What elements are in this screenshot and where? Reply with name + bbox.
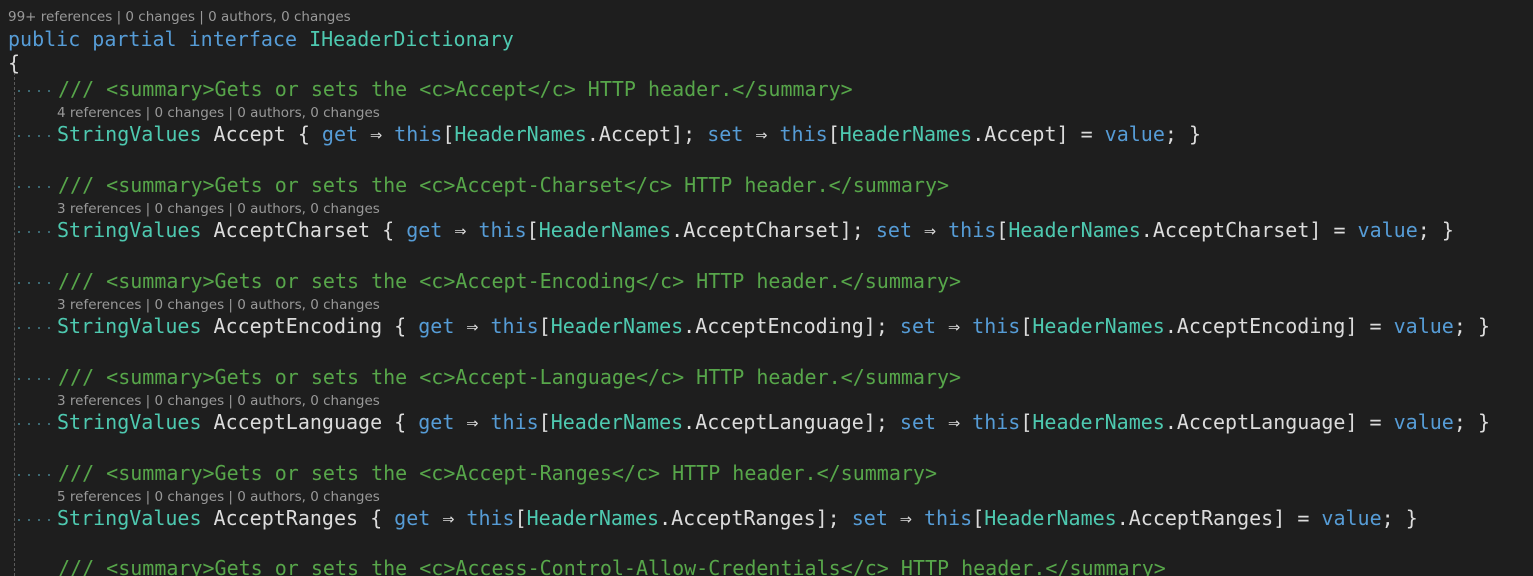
header-constant: AcceptCharset <box>1152 218 1310 242</box>
keyword-value: value <box>1393 314 1454 338</box>
code-editor[interactable]: 99+ references | 0 changes | 0 authors, … <box>0 0 1533 576</box>
codelens-property[interactable]: 4 references | 0 changes | 0 authors, 0 … <box>57 104 380 122</box>
property-declaration[interactable]: StringValues AcceptEncoding { get ⇒ this… <box>57 313 1490 339</box>
codelens-property[interactable]: 3 references | 0 changes | 0 authors, 0 … <box>57 392 380 410</box>
headernames-type: HeaderNames <box>839 122 973 146</box>
keyword-set: set <box>899 410 937 434</box>
keyword-this: this <box>972 314 1021 338</box>
keyword-interface: interface <box>188 27 298 51</box>
keyword-this: this <box>948 218 997 242</box>
keyword-this: this <box>924 506 973 530</box>
keyword-this: this <box>466 506 515 530</box>
whitespace-dots <box>14 474 58 476</box>
header-constant: AcceptEncoding <box>1176 314 1346 338</box>
headernames-type: HeaderNames <box>1032 314 1165 338</box>
keyword-value: value <box>1104 122 1165 146</box>
keyword-get: get <box>321 122 359 146</box>
doc-comment: /// <summary>Gets or sets the <c>Access-… <box>58 556 1166 576</box>
keyword-set: set <box>851 506 888 530</box>
keyword-this: this <box>972 410 1021 434</box>
header-constant: AcceptRanges <box>671 506 816 530</box>
property-declaration[interactable]: StringValues AcceptLanguage { get ⇒ this… <box>57 409 1490 435</box>
header-constant: AcceptRanges <box>1128 506 1274 530</box>
whitespace-dots <box>14 423 58 425</box>
header-constant: Accept <box>984 122 1057 146</box>
property-name: AcceptLanguage <box>213 410 383 434</box>
property-type: StringValues <box>57 506 202 530</box>
header-constant: AcceptLanguage <box>1176 410 1346 434</box>
property-name: AcceptEncoding <box>213 314 383 338</box>
whitespace-dots <box>14 90 58 92</box>
property-type: StringValues <box>57 314 202 338</box>
headernames-type: HeaderNames <box>538 218 672 242</box>
header-constant: AcceptCharset <box>683 218 840 242</box>
whitespace-dots <box>14 186 58 188</box>
indent-guide <box>14 72 15 576</box>
keyword-this: this <box>779 122 828 146</box>
doc-comment: /// <summary>Gets or sets the <c>Accept-… <box>58 269 962 293</box>
headernames-type: HeaderNames <box>984 506 1117 530</box>
keyword-value: value <box>1321 506 1382 530</box>
keyword-set: set <box>899 314 937 338</box>
header-constant: AcceptLanguage <box>695 410 864 434</box>
codelens-property[interactable]: 3 references | 0 changes | 0 authors, 0 … <box>57 296 380 314</box>
keyword-get: get <box>394 506 431 530</box>
keyword-set: set <box>875 218 912 242</box>
property-type: StringValues <box>57 122 202 146</box>
headernames-type: HeaderNames <box>526 506 660 530</box>
keyword-get: get <box>418 314 455 338</box>
whitespace-dots <box>14 231 58 233</box>
codelens-property[interactable]: 5 references | 0 changes | 0 authors, 0 … <box>57 488 380 506</box>
whitespace-dots <box>14 378 58 380</box>
interface-name: IHeaderDictionary <box>309 27 514 51</box>
header-constant: Accept <box>598 122 672 146</box>
whitespace-dots <box>14 327 58 329</box>
property-declaration[interactable]: StringValues AcceptRanges { get ⇒ this[H… <box>57 505 1418 531</box>
keyword-this: this <box>490 314 539 338</box>
whitespace-dots <box>14 282 58 284</box>
keyword-value: value <box>1393 410 1454 434</box>
property-declaration[interactable]: StringValues AcceptCharset { get ⇒ this[… <box>57 217 1454 243</box>
property-type: StringValues <box>57 410 202 434</box>
keyword-this: this <box>490 410 539 434</box>
keyword-partial: partial <box>92 27 177 51</box>
doc-comment: /// <summary>Gets or sets the <c>Accept-… <box>58 365 962 389</box>
keyword-get: get <box>418 410 455 434</box>
keyword-value: value <box>1357 218 1418 242</box>
codelens-property[interactable]: 3 references | 0 changes | 0 authors, 0 … <box>57 200 380 218</box>
doc-comment: /// <summary>Gets or sets the <c>Accept-… <box>58 173 950 197</box>
headernames-type: HeaderNames <box>454 122 587 146</box>
open-brace: { <box>8 51 21 75</box>
whitespace-dots <box>14 135 58 137</box>
headernames-type: HeaderNames <box>1008 218 1141 242</box>
interface-declaration[interactable]: public partial interface IHeaderDictiona… <box>8 26 514 52</box>
header-constant: AcceptEncoding <box>695 314 864 338</box>
property-declaration[interactable]: StringValues Accept { get ⇒ this[HeaderN… <box>57 121 1201 147</box>
keyword-this: this <box>394 122 443 146</box>
property-name: AcceptRanges <box>213 506 359 530</box>
keyword-set: set <box>707 122 744 146</box>
doc-comment: /// <summary>Gets or sets the <c>Accept-… <box>58 461 937 485</box>
doc-comment: /// <summary>Gets or sets the <c>Accept<… <box>58 77 853 101</box>
keyword-public: public <box>8 27 81 51</box>
property-type: StringValues <box>57 218 202 242</box>
headernames-type: HeaderNames <box>1032 410 1165 434</box>
headernames-type: HeaderNames <box>550 410 684 434</box>
whitespace-dots <box>14 519 58 521</box>
keyword-this: this <box>478 218 527 242</box>
keyword-get: get <box>406 218 443 242</box>
codelens-interface[interactable]: 99+ references | 0 changes | 0 authors, … <box>8 8 351 26</box>
headernames-type: HeaderNames <box>550 314 684 338</box>
property-name: Accept <box>213 122 286 146</box>
property-name: AcceptCharset <box>213 218 371 242</box>
